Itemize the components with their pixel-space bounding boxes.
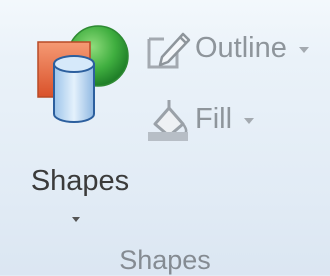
fill-button[interactable]: Fill — [143, 96, 283, 142]
outline-dropdown-arrow-icon[interactable] — [298, 46, 309, 53]
fill-icon — [148, 100, 188, 141]
shapes-ribbon-group: Shapes Outline Fill Shapes — [0, 0, 330, 275]
outline-button[interactable]: Outline — [143, 25, 330, 71]
outline-button-label: Outline — [195, 31, 287, 64]
group-label: Shapes — [119, 245, 211, 275]
outline-icon — [147, 32, 191, 69]
fill-button-label: Fill — [195, 102, 233, 135]
shapes-button-label: Shapes — [30, 165, 130, 197]
shapes-button[interactable]: Shapes — [20, 20, 140, 225]
fill-dropdown-arrow-icon[interactable] — [244, 117, 255, 124]
shapes-dropdown-arrow-icon[interactable] — [72, 217, 80, 222]
shapes-icon — [37, 25, 129, 123]
